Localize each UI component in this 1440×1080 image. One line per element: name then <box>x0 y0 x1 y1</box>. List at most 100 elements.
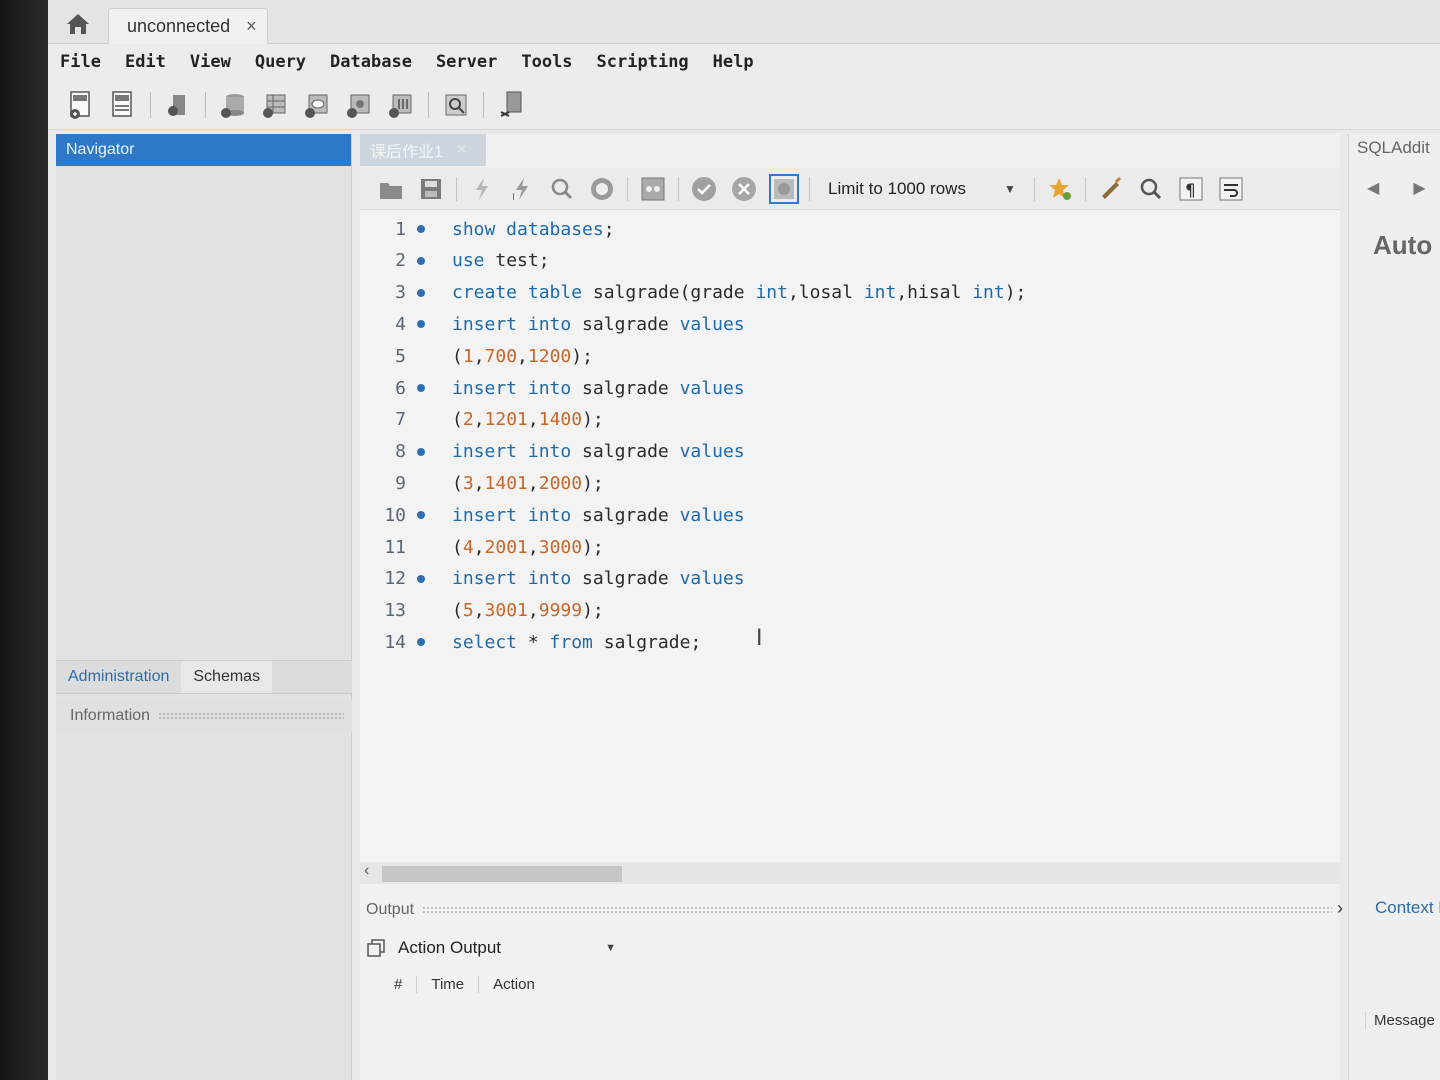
sql-number: 3000 <box>538 536 583 558</box>
invisible-chars-icon[interactable]: ¶ <box>1176 174 1206 204</box>
code-line[interactable]: 3 create table salgrade(grade int,losal i… <box>360 278 1340 308</box>
home-icon <box>67 14 89 34</box>
code-line[interactable]: 9 (3,1401,2000); <box>360 468 1340 498</box>
code-line[interactable]: 7 (2,1201,1400); <box>360 405 1340 435</box>
context-help-tab[interactable]: Context Help <box>1375 898 1440 918</box>
line-number: 3 <box>395 282 406 304</box>
sql-keyword: insert into <box>452 377 572 399</box>
output-type-select[interactable]: Action Output ▼ <box>366 932 616 964</box>
splitter-grip[interactable] <box>422 906 1332 914</box>
code-line[interactable]: 13 (5,3001,9999); <box>360 596 1340 626</box>
statement-marker[interactable] <box>406 447 436 456</box>
back-arrow-icon[interactable]: ◀ <box>1367 178 1379 198</box>
code-line[interactable]: 8 insert into salgrade values <box>360 437 1340 467</box>
statement-marker[interactable] <box>406 384 436 392</box>
reconnect-icon[interactable] <box>496 89 526 121</box>
close-icon[interactable]: × <box>246 16 257 37</box>
statement-marker[interactable] <box>406 320 436 329</box>
code-text: show databases; <box>436 219 615 240</box>
code-line[interactable]: 14 select * from salgrade; <box>360 627 1340 657</box>
toggle-continue-on-error-icon[interactable] <box>638 174 668 204</box>
code-line[interactable]: 5 (1,700,1200); <box>360 341 1340 371</box>
limit-rows-label: Limit to 1000 rows <box>828 178 966 198</box>
code-text: insert into salgrade values <box>436 568 745 589</box>
column-number[interactable]: # <box>380 976 416 993</box>
statement-marker[interactable] <box>406 574 436 583</box>
open-file-icon[interactable] <box>376 174 406 204</box>
statement-marker[interactable] <box>406 256 436 265</box>
execute-icon[interactable] <box>467 174 497 204</box>
limit-rows-select[interactable]: Limit to 1000 rows ▼ <box>820 179 1024 199</box>
column-time[interactable]: Time <box>416 975 478 993</box>
menu-edit[interactable]: Edit <box>125 52 166 72</box>
sql-keyword: insert into <box>452 441 572 463</box>
statement-marker[interactable] <box>406 288 436 297</box>
menu-tools[interactable]: Tools <box>521 52 572 72</box>
rollback-icon[interactable] <box>729 174 759 204</box>
explain-icon[interactable] <box>547 174 577 204</box>
code-line[interactable]: 2 use test; <box>360 246 1340 276</box>
code-line[interactable]: 4 insert into salgrade values <box>360 309 1340 339</box>
beautify-icon[interactable] <box>1096 174 1126 204</box>
code-text: (1,700,1200); <box>436 346 593 367</box>
create-table-icon[interactable] <box>260 89 290 121</box>
line-number: 2 <box>395 250 406 272</box>
connection-tab[interactable]: unconnected × <box>108 8 268 44</box>
new-sql-tab-icon[interactable] <box>66 89 96 121</box>
menu-query[interactable]: Query <box>255 52 306 72</box>
query-tab[interactable]: 课后作业1 × <box>360 134 486 166</box>
create-schema-icon[interactable] <box>218 89 248 121</box>
statement-marker[interactable] <box>406 511 436 520</box>
code-line[interactable]: 6 insert into salgrade values <box>360 373 1340 403</box>
save-icon[interactable] <box>416 174 446 204</box>
horizontal-scrollbar[interactable]: ‹ <box>360 862 1340 884</box>
menu-server[interactable]: Server <box>436 52 497 72</box>
column-action[interactable]: Action <box>478 975 549 993</box>
menu-file[interactable]: File <box>60 52 101 72</box>
menu-help[interactable]: Help <box>713 52 754 72</box>
statement-marker[interactable] <box>406 225 436 233</box>
code-line[interactable]: 10 insert into salgrade values <box>360 500 1340 530</box>
output-header: Output <box>360 896 1340 924</box>
create-view-icon[interactable] <box>302 89 332 121</box>
sql-keyword: int <box>972 282 1005 304</box>
word-wrap-icon[interactable] <box>1216 174 1246 204</box>
open-sql-script-icon[interactable] <box>108 89 138 121</box>
navigator-panel: Navigator Administration Schemas Informa… <box>56 134 352 1080</box>
execute-current-icon[interactable]: I <box>507 174 537 204</box>
code-line[interactable]: 12 insert into salgrade values <box>360 564 1340 594</box>
tab-administration[interactable]: Administration <box>56 661 181 693</box>
sql-keyword: create table <box>452 282 583 304</box>
code-line[interactable]: 11 (4,2001,3000); <box>360 532 1340 562</box>
statement-dot-icon <box>417 384 425 392</box>
sql-code-editor[interactable]: 1 show databases; 2 use test; 3 create table … <box>360 212 1340 862</box>
search-icon[interactable] <box>1136 174 1166 204</box>
splitter-grip[interactable] <box>158 712 344 720</box>
create-function-icon[interactable] <box>386 89 416 121</box>
stop-icon[interactable] <box>587 174 617 204</box>
toolbar-separator <box>205 91 206 118</box>
statement-marker[interactable] <box>406 638 436 647</box>
scrollbar-thumb[interactable] <box>382 866 622 882</box>
home-tab[interactable] <box>58 8 98 40</box>
search-table-data-icon[interactable] <box>441 89 471 121</box>
close-icon[interactable]: × <box>457 141 466 159</box>
menu-view[interactable]: View <box>190 52 231 72</box>
autocommit-toggle-icon[interactable] <box>769 173 799 204</box>
column-message[interactable]: Message <box>1365 1012 1435 1029</box>
output-label: Output <box>366 901 415 918</box>
chevron-right-icon[interactable]: › <box>1337 898 1343 919</box>
commit-icon[interactable] <box>689 174 719 204</box>
sql-text: , <box>473 409 485 431</box>
chevron-left-icon[interactable]: ‹ <box>364 862 369 880</box>
code-text: use test; <box>436 250 550 271</box>
sql-text: test; <box>484 250 550 272</box>
menu-database[interactable]: Database <box>330 52 412 72</box>
tab-schemas[interactable]: Schemas <box>181 661 273 693</box>
menu-scripting[interactable]: Scripting <box>597 52 689 72</box>
code-line[interactable]: 1 show databases; <box>360 214 1340 244</box>
inspector-icon[interactable] <box>163 89 193 121</box>
create-procedure-icon[interactable] <box>344 89 374 121</box>
add-snippet-icon[interactable] <box>1045 174 1075 204</box>
forward-arrow-icon[interactable]: ▶ <box>1413 178 1425 198</box>
